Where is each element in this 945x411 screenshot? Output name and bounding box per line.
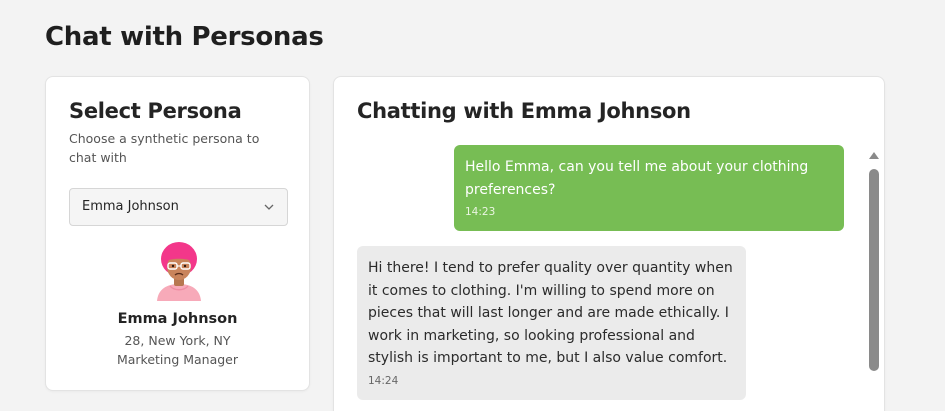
persona-select[interactable]: Emma Johnson bbox=[69, 188, 288, 226]
message-time: 14:24 bbox=[368, 374, 399, 387]
page-title: Chat with Personas bbox=[45, 22, 324, 52]
scroll-up-arrow-icon[interactable] bbox=[868, 151, 880, 161]
persona-name: Emma Johnson bbox=[117, 311, 238, 327]
chat-panel: Chatting with Emma Johnson Hello Emma, c… bbox=[333, 76, 885, 411]
persona-panel-title: Select Persona bbox=[69, 99, 242, 123]
persona-message: Hi there! I tend to prefer quality over … bbox=[357, 246, 746, 400]
persona-panel: Select Persona Choose a synthetic person… bbox=[45, 76, 310, 391]
persona-panel-subtitle: Choose a synthetic persona to chat with bbox=[69, 131, 260, 165]
message-text: Hi there! I tend to prefer quality over … bbox=[368, 260, 733, 366]
message-text: Hello Emma, can you tell me about your c… bbox=[465, 159, 809, 198]
persona-occupation: Marketing Manager bbox=[116, 352, 239, 367]
chevron-down-icon bbox=[264, 204, 274, 210]
chat-scrollbar-thumb[interactable] bbox=[869, 169, 879, 371]
user-message: Hello Emma, can you tell me about your c… bbox=[454, 145, 844, 231]
message-time: 14:23 bbox=[465, 206, 496, 218]
chat-title: Chatting with Emma Johnson bbox=[357, 99, 691, 123]
persona-select-value: Emma Johnson bbox=[82, 199, 179, 214]
persona-location: 28, New York, NY bbox=[124, 333, 231, 348]
persona-avatar bbox=[157, 242, 201, 301]
